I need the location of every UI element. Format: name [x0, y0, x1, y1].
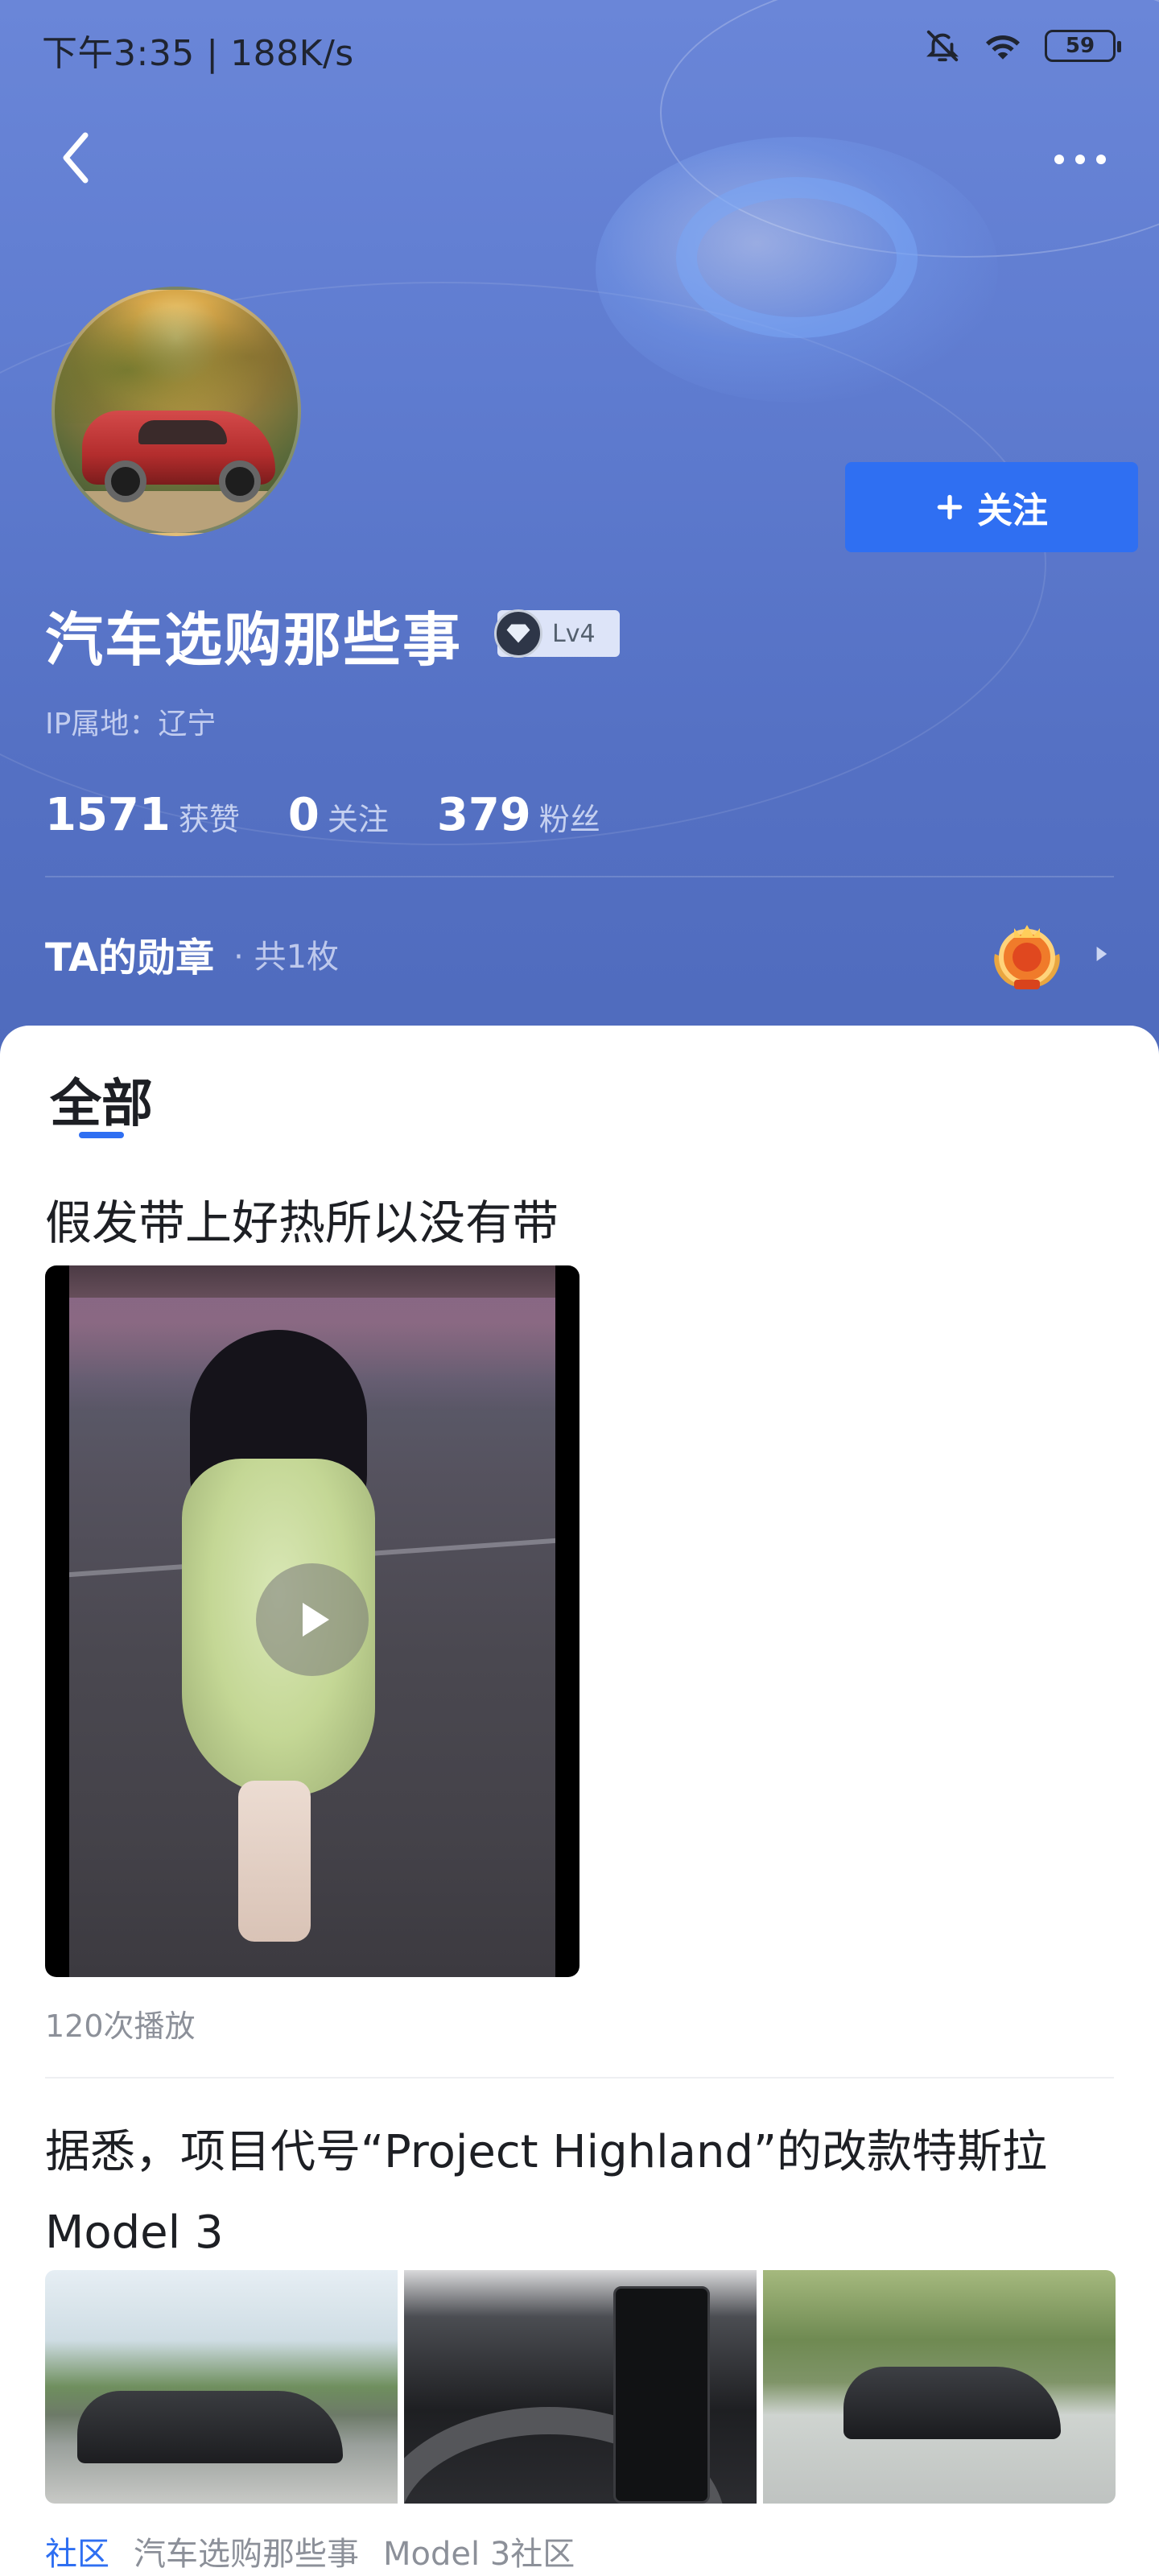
follow-button[interactable]: 关注 — [845, 462, 1138, 552]
post-title[interactable]: 据悉，项目代号“Project Highland”的改款特斯拉 Model 3 — [45, 2112, 1116, 2273]
bell-muted-icon — [926, 30, 959, 62]
profile-header: 下午3:35 | 188K/s 59 关注 汽车选购那些事 Lv4 IP属地：辽… — [0, 0, 1159, 1055]
post-title[interactable]: 假发带上好热所以没有带 — [45, 1185, 559, 1253]
stat-label: 获赞 — [178, 802, 240, 837]
follow-button-label: 关注 — [977, 490, 1048, 531]
back-button[interactable] — [53, 129, 101, 187]
ip-location: IP属地：辽宁 — [45, 708, 217, 741]
video-thumbnail[interactable] — [45, 1265, 580, 1977]
divider — [45, 2077, 1114, 2079]
dot — [1054, 155, 1064, 164]
status-time: 下午3:35 | 188K/s — [42, 33, 354, 74]
chevron-left-icon — [63, 132, 89, 184]
more-options-button[interactable] — [1048, 145, 1112, 174]
stats-row: 1571 获赞 0 关注 379 粉丝 — [45, 789, 600, 841]
play-icon — [303, 1603, 329, 1637]
post-image[interactable] — [404, 2270, 757, 2504]
stat-likes[interactable]: 1571 获赞 — [45, 789, 240, 841]
diamond-icon — [494, 609, 542, 658]
post-tags: 社区 汽车选购那些事 Model 3社区 — [45, 2528, 575, 2574]
tab-indicator — [79, 1132, 124, 1138]
tag-author[interactable]: 汽车选购那些事 — [134, 2528, 359, 2574]
play-count: 120次播放 — [45, 2008, 196, 2044]
tab-all[interactable]: 全部 — [50, 1063, 153, 1137]
medals-count: · 共1枚 — [233, 939, 340, 976]
stat-number: 1571 — [45, 789, 171, 841]
tag-model3-community[interactable]: Model 3社区 — [383, 2528, 575, 2574]
plus-icon — [937, 494, 963, 520]
medals-row[interactable]: TA的勋章 · 共1枚 — [45, 902, 1116, 1006]
status-bar: 下午3:35 | 188K/s 59 — [0, 0, 1159, 97]
battery-indicator: 59 — [1045, 30, 1121, 62]
stat-label: 粉丝 — [538, 802, 600, 837]
status-icons: 59 — [924, 27, 1121, 64]
image-grid — [45, 2270, 1116, 2504]
stat-following[interactable]: 0 关注 — [288, 789, 389, 841]
tag-community[interactable]: 社区 — [45, 2528, 109, 2574]
stat-number: 379 — [436, 789, 531, 841]
dot — [1075, 155, 1085, 164]
medals-title: TA的勋章 — [45, 935, 215, 980]
divider — [45, 876, 1114, 877]
content-feed: 全部 假发带上好热所以没有带 120次播放 据悉，项目代号“Project Hi… — [0, 1026, 1159, 2576]
username: 汽车选购那些事 — [45, 606, 463, 674]
level-text: Lv4 — [552, 619, 596, 648]
wifi-icon — [986, 35, 1020, 60]
avatar[interactable] — [52, 287, 301, 536]
medal-icon — [994, 925, 1060, 989]
battery-level: 59 — [1065, 34, 1095, 58]
post-image[interactable] — [45, 2270, 398, 2504]
decorative-shape — [676, 177, 918, 338]
chevron-right-icon — [1096, 947, 1107, 961]
play-button[interactable] — [256, 1563, 369, 1676]
stat-label: 关注 — [327, 802, 389, 837]
stat-number: 0 — [287, 789, 320, 841]
level-badge[interactable]: Lv4 — [494, 609, 620, 658]
dot — [1096, 155, 1106, 164]
post-image[interactable] — [763, 2270, 1116, 2504]
stat-followers[interactable]: 379 粉丝 — [437, 789, 600, 841]
